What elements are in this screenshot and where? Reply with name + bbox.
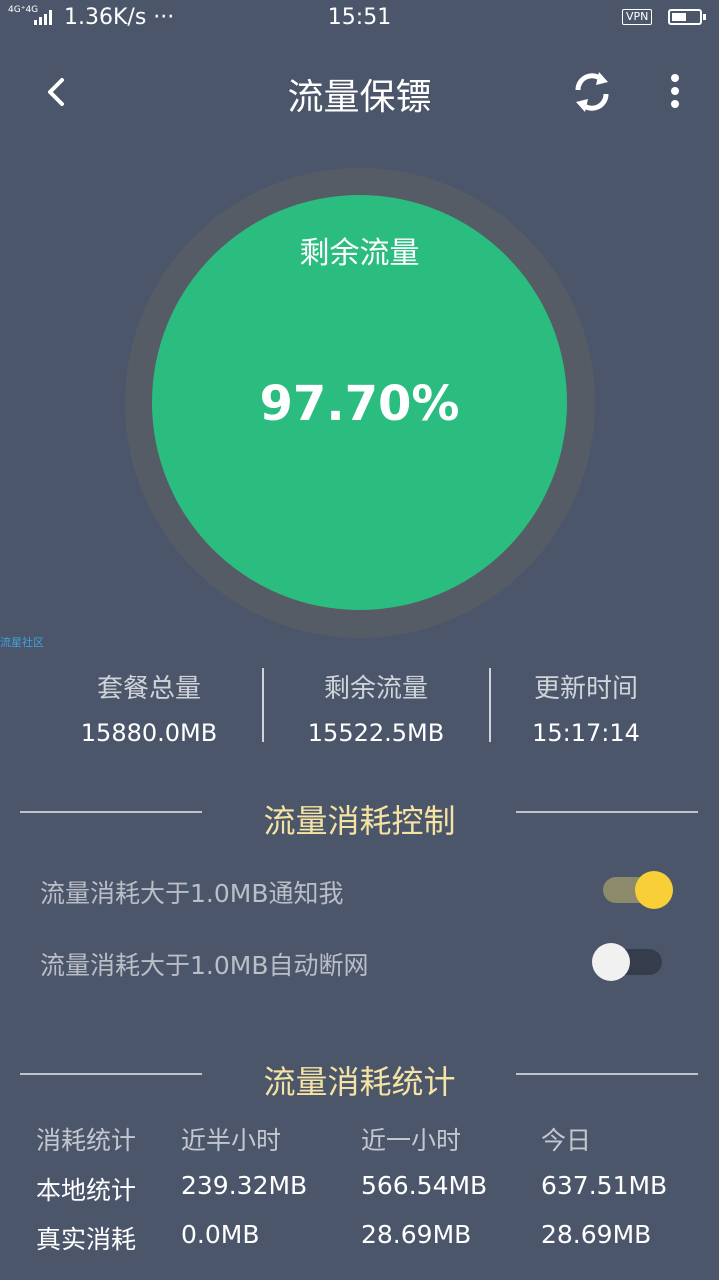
stat-label: 剩余流量	[323, 674, 428, 704]
watermark-text: 流星社区	[0, 636, 44, 649]
statistics-section-title: 流量消耗统计	[263, 1063, 456, 1101]
table-row-label: 真实消耗	[36, 1225, 137, 1254]
table-cell: 637.51MB	[541, 1171, 668, 1200]
notify-toggle[interactable]	[603, 871, 673, 909]
status-time: 15:51	[327, 5, 392, 30]
table-cell: 28.69MB	[361, 1220, 472, 1249]
vpn-badge: VPN	[622, 9, 653, 25]
auto-disconnect-setting-label: 流量消耗大于1.0MB自动断网	[40, 951, 369, 980]
table-header-cell: 今日	[541, 1126, 592, 1155]
stat-value: 15522.5MB	[307, 719, 445, 747]
stat-update-time: 更新时间 15:17:14	[473, 668, 699, 747]
table-cell: 239.32MB	[181, 1171, 308, 1200]
table-cell: 0.0MB	[181, 1220, 260, 1249]
stat-total: 套餐总量 15880.0MB	[36, 668, 262, 747]
more-options-icon[interactable]	[660, 70, 690, 114]
notify-setting-label: 流量消耗大于1.0MB通知我	[40, 879, 344, 908]
toggle-knob	[635, 871, 673, 909]
table-header-cell: 消耗统计	[36, 1126, 137, 1155]
table-cell: 28.69MB	[541, 1220, 652, 1249]
table-cell: 566.54MB	[361, 1171, 488, 1200]
control-section-title: 流量消耗控制	[263, 802, 456, 840]
table-row-label: 本地统计	[36, 1176, 137, 1205]
gauge-percentage: 97.70%	[259, 376, 460, 432]
gauge-label: 剩余流量	[299, 236, 420, 271]
stat-value: 15:17:14	[532, 719, 640, 747]
stat-remaining: 剩余流量 15522.5MB	[263, 668, 489, 747]
stat-label: 套餐总量	[96, 674, 201, 704]
refresh-icon[interactable]	[566, 66, 618, 118]
stat-value: 15880.0MB	[80, 719, 218, 747]
battery-icon	[668, 9, 706, 25]
table-header-cell: 近半小时	[181, 1126, 282, 1155]
stat-label: 更新时间	[533, 674, 638, 704]
toggle-knob	[592, 943, 630, 981]
table-header-cell: 近一小时	[361, 1126, 462, 1155]
status-bar: 4G⁺4G 1.36K/s ··· 15:51 VPN	[0, 0, 719, 40]
auto-disconnect-toggle[interactable]	[592, 943, 662, 981]
